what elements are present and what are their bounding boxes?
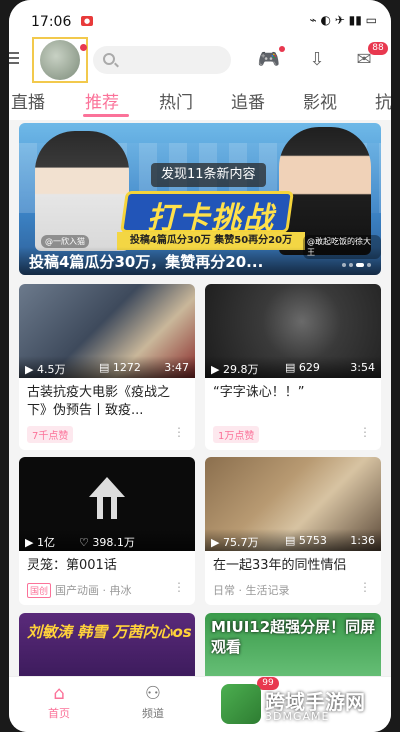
video-thumbnail: ▶ 1亿 ♡ 398.1万 [19, 457, 195, 551]
nav-channel-label: 频道 [142, 707, 164, 720]
avatar-notification-dot [80, 44, 87, 51]
follow-count: 398.1万 [92, 536, 135, 549]
more-options-icon[interactable]: ⋮ [359, 425, 371, 439]
home-icon: ⌂ [53, 683, 65, 704]
video-card[interactable]: ▶ 1亿 ♡ 398.1万 灵笼：第001话 国创 国产动画 · 冉冰 ⋮ [19, 457, 195, 605]
play-count: 1亿 [36, 536, 55, 549]
app-screen: 17:06 ● ⌁ ◐ ✈ ▮▮ ▭ 🎮 ⇩ ✉ 88 直播 推荐 热门 追番 … [9, 0, 391, 732]
status-icons: ⌁ ◐ ✈ ▮▮ ▭ [309, 13, 377, 27]
status-time: 17:06 [31, 14, 72, 30]
play-count: 29.8万 [222, 363, 259, 376]
banner-caption: 投稿4篇瓜分30万，集赞再分20... [19, 247, 381, 275]
banner-caption-text: 投稿4篇瓜分30万，集赞再分20... [29, 253, 264, 271]
video-card[interactable]: MIUI12超强分屏！同屏观看 [205, 613, 381, 683]
video-stats: ▶ 1亿 ♡ 398.1万 [19, 529, 195, 551]
video-thumbnail: 刘敏涛 韩雪 万茜内心os [19, 613, 195, 683]
video-stats: ▶ 75.7万 ▤ 5753 1:36 [205, 529, 381, 551]
promo-banner[interactable]: 发现11条新内容 打卡挑战 投稿4篇瓜分30万 集赞50再分20万 @一欣入猫 … [19, 123, 381, 275]
danmaku-count: 1272 [112, 361, 141, 374]
banner-pager [342, 263, 371, 267]
like-tag: 1万点赞 [213, 426, 260, 443]
video-card[interactable]: ▶ 29.8万 ▤ 629 3:54 “字字诛心！！” 1万点赞 ⋮ [205, 284, 381, 450]
video-title: “字字诛心！！” [213, 385, 305, 400]
video-title: 灵笼：第001话 [27, 558, 117, 573]
tab-anime[interactable]: 追番 [231, 88, 265, 113]
video-thumbnail: ▶ 75.7万 ▤ 5753 1:36 [205, 457, 381, 551]
download-icon[interactable]: ⇩ [305, 48, 329, 72]
thumbnail-text: 刘敏涛 韩雪 万茜内心os [27, 623, 192, 641]
video-title: 古装抗疫大电影《疫战之下》伪预告丨致疫... [27, 385, 171, 418]
video-duration: 3:54 [350, 361, 375, 374]
video-meta: 日常 · 生活记录 [213, 584, 290, 597]
thumbnail-text: MIUI12超强分屏！同屏观看 [211, 618, 376, 656]
like-tag: 7千点赞 [27, 426, 74, 443]
category-badge: 国创 [27, 583, 52, 598]
nav-home-label: 首页 [48, 707, 70, 720]
menu-icon[interactable] [9, 52, 19, 66]
notification-badge-icon: ● [81, 16, 93, 26]
video-stats: ▶ 29.8万 ▤ 629 3:54 [205, 356, 381, 378]
watermark-subtext: 3DMGAME [265, 710, 330, 723]
danmaku-count: 5753 [298, 534, 327, 547]
avatar-button[interactable] [32, 37, 88, 83]
banner-title: 打卡挑战 [147, 201, 275, 236]
active-tab-indicator [83, 114, 129, 117]
message-badge: 88 [368, 42, 388, 55]
channel-icon: ⚇ [144, 683, 162, 704]
video-card[interactable]: ▶ 75.7万 ▤ 5753 1:36 在一起33年的同性情侣 日常 · 生活记… [205, 457, 381, 605]
video-duration: 3:47 [164, 361, 189, 374]
tab-live[interactable]: 直播 [11, 88, 45, 113]
tab-more[interactable]: 抗 [375, 88, 391, 113]
new-content-pill[interactable]: 发现11条新内容 [151, 163, 266, 187]
watermark: 跨域手游网 3DMGAME [221, 684, 391, 728]
more-options-icon[interactable]: ⋮ [173, 580, 185, 594]
play-count: 4.5万 [36, 363, 66, 376]
video-thumbnail: ▶ 29.8万 ▤ 629 3:54 [205, 284, 381, 378]
video-title: 在一起33年的同性情侣 [213, 558, 347, 573]
video-duration: 1:36 [350, 534, 375, 547]
avatar [40, 40, 80, 80]
watermark-logo-icon [221, 684, 261, 724]
more-options-icon[interactable]: ⋮ [359, 580, 371, 594]
video-thumbnail: ▶ 4.5万 ▤ 1272 3:47 [19, 284, 195, 378]
video-meta: 国产动画 · 冉冰 [55, 584, 132, 597]
tab-recommend[interactable]: 推荐 [85, 88, 119, 113]
gamepad-icon[interactable]: 🎮 [257, 48, 281, 72]
video-stats: ▶ 4.5万 ▤ 1272 3:47 [19, 356, 195, 378]
play-count: 75.7万 [222, 536, 259, 549]
nav-home[interactable]: ⌂ 首页 [29, 683, 89, 721]
banner-person-left [35, 131, 129, 251]
tab-movies[interactable]: 影视 [303, 88, 337, 113]
video-card[interactable]: ▶ 4.5万 ▤ 1272 3:47 古装抗疫大电影《疫战之下》伪预告丨致疫..… [19, 284, 195, 450]
tab-hot[interactable]: 热门 [159, 88, 193, 113]
video-card[interactable]: 刘敏涛 韩雪 万茜内心os [19, 613, 195, 683]
category-tabs: 直播 推荐 热门 追番 影视 抗 [9, 86, 391, 120]
more-options-icon[interactable]: ⋮ [173, 425, 185, 439]
gamepad-dot [279, 46, 285, 52]
search-icon [103, 53, 115, 65]
top-header: 🎮 ⇩ ✉ [9, 34, 391, 86]
danmaku-count: 629 [298, 361, 320, 374]
search-input[interactable] [93, 46, 231, 74]
video-thumbnail: MIUI12超强分屏！同屏观看 [205, 613, 381, 683]
nav-channel[interactable]: ⚇ 频道 [123, 683, 183, 721]
